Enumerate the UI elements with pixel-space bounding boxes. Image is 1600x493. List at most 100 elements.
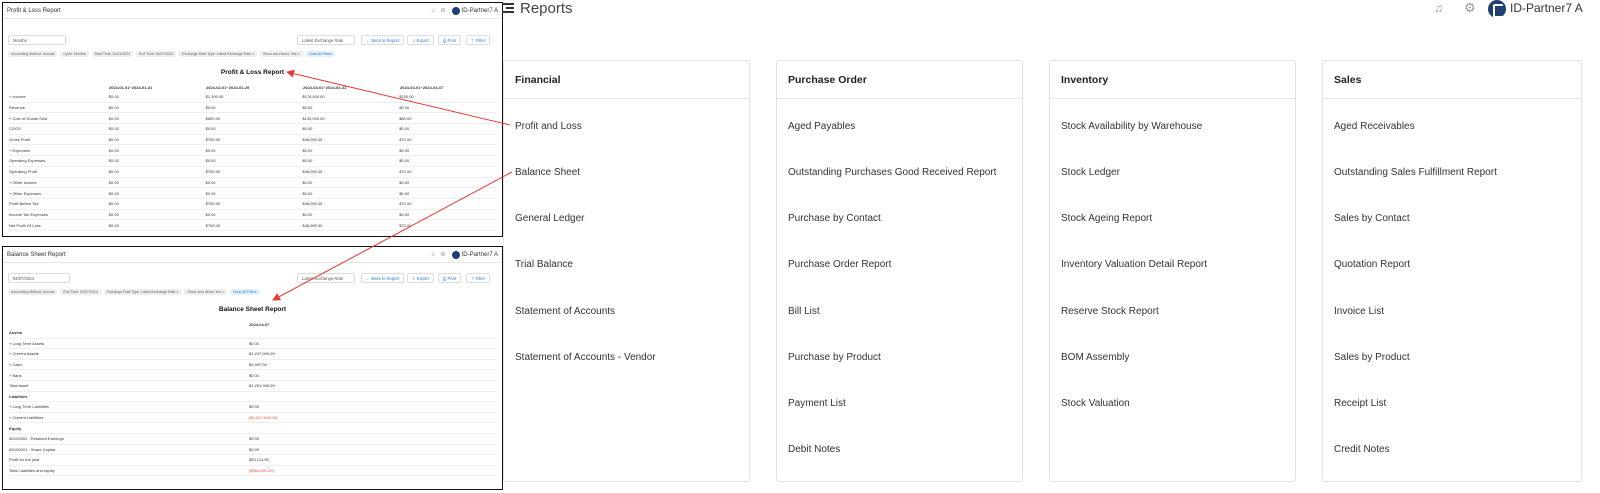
report-link-reserve-stock[interactable]: Reserve Stock Report bbox=[1061, 306, 1159, 317]
report-link-purchase-order-report[interactable]: Purchase Order Report bbox=[788, 259, 891, 270]
filter-chip[interactable]: Cycle: Months bbox=[60, 51, 89, 57]
row-label[interactable]: + Long Term Liabilities bbox=[9, 404, 249, 409]
bs-table: Assets + Long Term Assets $0.00 + Current A… bbox=[9, 328, 496, 477]
report-link-inventory-valuation-detail[interactable]: Inventory Valuation Detail Report bbox=[1061, 259, 1207, 270]
back-to-report-button[interactable]: ← Back to Report bbox=[361, 35, 405, 45]
report-link-sales-by-contact[interactable]: Sales by Contact bbox=[1334, 213, 1410, 224]
filter-chip[interactable]: Start Time: 01/01/2024 bbox=[91, 51, 133, 57]
avatar[interactable] bbox=[1488, 0, 1506, 18]
row-value: $0.00 bbox=[108, 105, 119, 111]
bell-icon[interactable]: ♫ bbox=[1434, 1, 1443, 15]
report-link-receipt-list[interactable]: Receipt List bbox=[1334, 398, 1386, 409]
row-label[interactable]: + Cash bbox=[9, 362, 249, 367]
report-link-statement-of-accounts[interactable]: Statement of Accounts bbox=[515, 306, 615, 317]
filter-button[interactable]: ⊤ Filter bbox=[466, 35, 491, 45]
avatar[interactable] bbox=[451, 250, 460, 259]
row-value: $0.00 bbox=[108, 115, 119, 121]
clear-filters-link[interactable]: Clear All Filters bbox=[229, 289, 260, 295]
report-link-quotation-report[interactable]: Quotation Report bbox=[1334, 259, 1410, 270]
gear-icon[interactable]: ⚙ bbox=[1464, 0, 1476, 16]
filter-chip[interactable]: Accounting Method: Accrual bbox=[8, 289, 58, 295]
balance-sheet-screenshot: Balance Sheet Report ♫ ⚙ ID-Partner7 A 0… bbox=[2, 246, 503, 490]
filter-button[interactable]: ⊤ Filter bbox=[466, 273, 491, 283]
row-value: $46,000.00 bbox=[302, 137, 323, 143]
report-link-profit-and-loss[interactable]: Profit and Loss bbox=[515, 121, 582, 132]
row-value: $70.00 bbox=[399, 201, 412, 207]
back-to-report-button[interactable]: ← Back to Report bbox=[361, 273, 405, 283]
filter-chip[interactable]: Exchange Rate Type: Latest Exchange Rate… bbox=[179, 51, 258, 57]
filter-chip[interactable]: Show zero items: Yes × bbox=[260, 51, 303, 57]
report-link-stock-valuation[interactable]: Stock Valuation bbox=[1061, 398, 1130, 409]
category-title: Sales bbox=[1323, 61, 1581, 99]
row-value: $176,000.00 bbox=[302, 94, 325, 100]
report-link-general-ledger[interactable]: General Ledger bbox=[515, 213, 585, 224]
row-value: $700.00 bbox=[205, 201, 221, 207]
report-link-bom-assembly[interactable]: BOM Assembly bbox=[1061, 352, 1129, 363]
report-link-trial-balance[interactable]: Trial Balance bbox=[515, 259, 573, 270]
print-button[interactable]: ⎙ Print bbox=[438, 273, 462, 283]
row-label[interactable]: + Long Term Assets bbox=[9, 341, 249, 346]
user-name[interactable]: ID-Partner7 A bbox=[1510, 1, 1583, 15]
row-label[interactable]: + Other Expenses bbox=[9, 191, 109, 196]
report-link-stock-ageing[interactable]: Stock Ageing Report bbox=[1061, 213, 1152, 224]
filter-chip[interactable]: End Time: 04/07/2024 bbox=[60, 289, 101, 295]
gear-icon[interactable]: ⚙ bbox=[440, 7, 445, 14]
clear-filters-link[interactable]: Clear All Filters bbox=[305, 51, 336, 57]
date-picker[interactable]: 04/07/2024 bbox=[8, 273, 70, 283]
filter-chip[interactable]: Exchange Rate Type: Latest Exchange Rate… bbox=[103, 289, 182, 295]
avatar[interactable] bbox=[451, 6, 460, 15]
export-button[interactable]: ⇩ Export bbox=[407, 35, 434, 45]
row-value: ($1,217,618.00) bbox=[249, 415, 278, 421]
report-link-bill-list[interactable]: Bill List bbox=[788, 306, 820, 317]
bell-icon[interactable]: ♫ bbox=[431, 8, 436, 14]
report-link-payment-list[interactable]: Payment List bbox=[788, 398, 846, 409]
table-row: + Current Assets $1,247,909.00 bbox=[9, 349, 496, 360]
table-row: Operating Expenses $0.00 $0.00 $0.00 $0.00 bbox=[9, 156, 496, 167]
report-link-purchase-by-contact[interactable]: Purchase by Contact bbox=[788, 213, 881, 224]
report-link-sales-by-product[interactable]: Sales by Product bbox=[1334, 352, 1410, 363]
report-link-stock-ledger[interactable]: Stock Ledger bbox=[1061, 167, 1120, 178]
row-label: Revenue bbox=[9, 105, 26, 111]
row-label: Total Liabilities and equity bbox=[9, 468, 55, 474]
hamburger-icon[interactable] bbox=[502, 3, 514, 14]
row-value: $1,300.00 bbox=[205, 94, 224, 100]
row-label[interactable]: + Current Liabilities bbox=[9, 415, 249, 420]
row-value: $0.00 bbox=[302, 190, 313, 196]
print-button[interactable]: ⎙ Print bbox=[438, 35, 462, 45]
exchange-rate-select[interactable]: Latest Exchange Rate bbox=[297, 35, 355, 45]
table-row: Operating Profit $0.00 $700.00 $46,000.00 $7… bbox=[9, 167, 496, 178]
period-select[interactable]: Months bbox=[8, 35, 66, 45]
export-button[interactable]: ⇩ Export bbox=[407, 273, 434, 283]
report-link-balance-sheet[interactable]: Balance Sheet bbox=[515, 167, 580, 178]
report-link-debit-notes[interactable]: Debit Notes bbox=[788, 444, 840, 455]
table-row: Net Profit Or Loss $0.00 $700.00 $46,000.00… bbox=[9, 220, 496, 231]
filter-chip[interactable]: Show zero items: Yes × bbox=[184, 289, 227, 295]
report-link-statement-of-accounts-vendor[interactable]: Statement of Accounts - Vendor bbox=[515, 352, 656, 363]
report-link-credit-notes[interactable]: Credit Notes bbox=[1334, 444, 1390, 455]
row-label[interactable]: + Current Assets bbox=[9, 351, 249, 356]
row-label[interactable]: + Income bbox=[9, 94, 109, 99]
row-label: A0100002 - Retained Earnings bbox=[9, 436, 64, 442]
row-label[interactable]: + Expenses bbox=[9, 148, 109, 153]
row-label[interactable]: + Bank bbox=[9, 373, 249, 378]
row-value: $700.00 bbox=[205, 222, 221, 228]
table-row: + Cost of Goods Sold $0.00 $600.00 $130,000… bbox=[9, 113, 496, 125]
row-value: $0.00 bbox=[302, 179, 313, 185]
report-link-outstanding-sales[interactable]: Outstanding Sales Fulfillment Report bbox=[1334, 167, 1497, 178]
table-row: Assets bbox=[9, 328, 496, 339]
filter-chip[interactable]: Accounting Method: Accrual bbox=[8, 51, 58, 57]
row-label[interactable]: + Other Income bbox=[9, 180, 109, 185]
bell-icon[interactable]: ♫ bbox=[431, 252, 436, 258]
exchange-rate-select[interactable]: Latest Exchange Rate bbox=[297, 273, 355, 283]
report-link-outstanding-purchases[interactable]: Outstanding Purchases Good Received Repo… bbox=[788, 167, 996, 178]
table-row: Profit for the year $53,114.90 bbox=[9, 455, 496, 466]
filter-chip[interactable]: End Time: 04/07/2024 bbox=[136, 51, 177, 57]
report-link-invoice-list[interactable]: Invoice List bbox=[1334, 306, 1384, 317]
row-label[interactable]: + Cost of Goods Sold bbox=[9, 116, 109, 121]
report-link-purchase-by-product[interactable]: Purchase by Product bbox=[788, 352, 881, 363]
report-link-stock-availability[interactable]: Stock Availability by Warehouse bbox=[1061, 121, 1202, 132]
report-link-aged-receivables[interactable]: Aged Receivables bbox=[1334, 121, 1415, 132]
row-value: $0.00 bbox=[108, 137, 119, 143]
gear-icon[interactable]: ⚙ bbox=[440, 251, 445, 258]
report-link-aged-payables[interactable]: Aged Payables bbox=[788, 121, 855, 132]
